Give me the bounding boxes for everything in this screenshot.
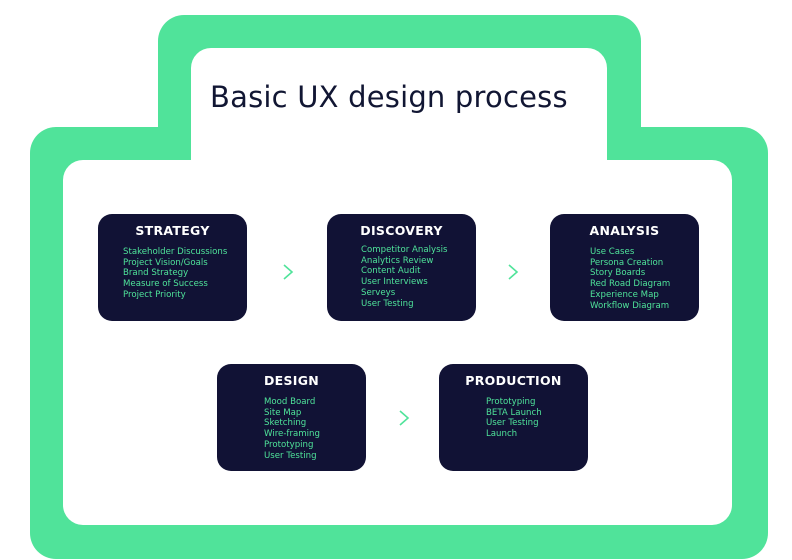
stage-item-list: Prototyping BETA Launch User Testing Lau… (486, 397, 542, 440)
list-item: Red Road Diagram (590, 279, 671, 290)
stage-title: ANALYSIS (589, 223, 660, 238)
list-item: Measure of Success (123, 279, 208, 290)
chevron-right-icon (281, 263, 295, 281)
list-item: Serveys (361, 287, 396, 298)
stage-item-list: Stakeholder Discussions Project Vision/G… (123, 247, 227, 301)
list-item: Wire-framing (264, 429, 320, 440)
list-item: Sketching (264, 418, 307, 429)
list-item: Analytics Review (361, 255, 434, 266)
ux-process-diagram: Basic UX design process STRATEGY Stakeho… (0, 0, 792, 560)
list-item: Prototyping (264, 439, 314, 450)
list-item: Content Audit (361, 266, 421, 277)
list-item: Experience Map (590, 289, 659, 300)
stage-item-list: Use Cases Persona Creation Story Boards … (590, 247, 670, 311)
stage-analysis: ANALYSIS Use Cases Persona Creation Stor… (550, 214, 699, 321)
list-item: Stakeholder Discussions (123, 247, 228, 257)
stage-strategy: STRATEGY Stakeholder Discussions Project… (98, 214, 247, 321)
stage-title: DESIGN (263, 373, 320, 388)
list-item: Persona Creation (590, 257, 664, 268)
page-title: Basic UX design process (210, 80, 568, 114)
list-item: Project Priority (123, 289, 186, 300)
list-item: Competitor Analysis (361, 245, 448, 255)
stage-title: PRODUCTION (465, 373, 562, 388)
stage-discovery: DISCOVERY Competitor Analysis Analytics … (327, 214, 476, 321)
list-item: Site Map (264, 407, 302, 418)
list-item: Use Cases (590, 247, 635, 257)
list-item: User Interviews (361, 277, 428, 288)
stage-production: PRODUCTION Prototyping BETA Launch User … (439, 364, 588, 471)
stage-title: STRATEGY (135, 223, 210, 238)
stage-item-list: Competitor Analysis Analytics Review Con… (361, 245, 447, 309)
stage-item-list: Mood Board Site Map Sketching Wire-frami… (264, 397, 320, 461)
list-item: Launch (486, 429, 518, 440)
list-item: Mood Board (264, 397, 316, 407)
stage-design: DESIGN Mood Board Site Map Sketching Wir… (217, 364, 366, 471)
list-item: User Testing (264, 450, 317, 461)
list-item: User Testing (361, 298, 414, 309)
list-item: Workflow Diagram (590, 300, 670, 311)
chevron-right-icon (506, 263, 520, 281)
list-item: User Testing (486, 418, 539, 429)
list-item: Brand Strategy (123, 268, 189, 279)
list-item: BETA Launch (486, 407, 542, 418)
stage-title: DISCOVERY (360, 223, 443, 238)
chevron-right-icon (397, 409, 411, 427)
list-item: Project Vision/Goals (123, 257, 208, 268)
list-item: Story Boards (590, 268, 646, 279)
list-item: Prototyping (486, 397, 536, 407)
